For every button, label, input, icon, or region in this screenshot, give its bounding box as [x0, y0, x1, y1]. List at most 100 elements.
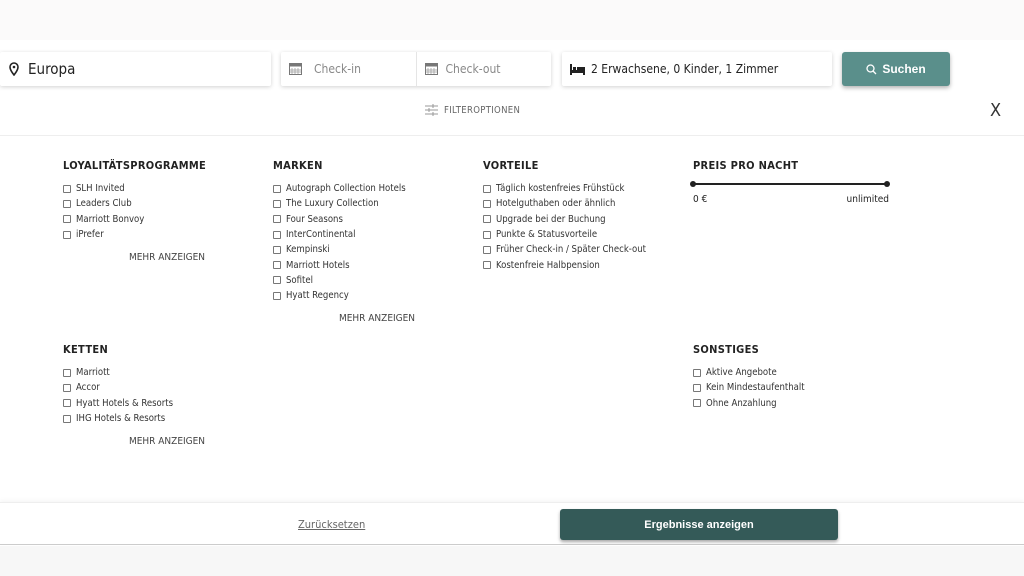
filter-option[interactable]: Hotelguthaben oder ähnlich	[483, 196, 693, 211]
option-label: Four Seasons	[286, 213, 343, 225]
filter-option[interactable]: Kempinski	[273, 242, 483, 257]
option-label: Sofitel	[286, 274, 314, 286]
filter-option[interactable]: Kostenfreie Halbpension	[483, 257, 693, 272]
checkbox[interactable]	[63, 414, 71, 423]
filter-option[interactable]: Marriott	[63, 365, 273, 380]
checkbox[interactable]	[273, 230, 281, 239]
filter-option[interactable]: Punkte & Statusvorteile	[483, 227, 693, 242]
search-label: Suchen	[882, 62, 926, 76]
filter-option[interactable]: Früher Check-in / Später Check-out	[483, 242, 693, 257]
filter-option[interactable]: The Luxury Collection	[273, 196, 483, 211]
checkbox[interactable]	[693, 368, 701, 377]
show-more-loyalty[interactable]: MEHR ANZEIGEN	[63, 252, 271, 263]
checkbox[interactable]	[63, 215, 71, 224]
option-label: Marriott	[76, 367, 110, 379]
checkbox[interactable]	[483, 230, 491, 239]
checkbox[interactable]	[483, 245, 491, 254]
filter-option[interactable]: Kein Mindestaufenthalt	[693, 380, 903, 395]
section-benefits: VORTEILE Täglich kostenfreies Frühstück H…	[483, 159, 693, 273]
reset-link[interactable]: Zurücksetzen	[298, 518, 365, 531]
page-bottom	[0, 546, 1024, 576]
filter-option[interactable]: Marriott Hotels	[273, 257, 483, 272]
location-input[interactable]: Europa	[0, 52, 271, 86]
filter-option[interactable]: Aktive Angebote	[693, 365, 903, 380]
section-title: PREIS PRO NACHT	[693, 159, 799, 172]
checkin-placeholder: Check-in	[314, 62, 361, 76]
filter-option[interactable]: Hyatt Hotels & Resorts	[63, 396, 273, 411]
checkbox[interactable]	[693, 383, 701, 392]
slider-max-handle[interactable]	[884, 181, 890, 187]
checkbox[interactable]	[483, 184, 491, 193]
search-button[interactable]: Suchen	[842, 52, 950, 86]
filter-option[interactable]: Accor	[63, 380, 273, 395]
slider-track	[693, 183, 889, 185]
section-price: PREIS PRO NACHT 0 € unlimited	[690, 159, 903, 205]
filter-option[interactable]: SLH Invited	[63, 181, 273, 196]
option-label: Kostenfreie Halbpension	[496, 259, 600, 271]
filter-option[interactable]: Ohne Anzahlung	[693, 396, 903, 411]
show-more-chains[interactable]: MEHR ANZEIGEN	[63, 436, 271, 447]
filter-option[interactable]: Leaders Club	[63, 196, 273, 211]
filter-option[interactable]: Hyatt Regency	[273, 288, 483, 303]
checkbox[interactable]	[273, 261, 281, 270]
checkbox[interactable]	[273, 215, 281, 224]
checkbox[interactable]	[273, 276, 281, 285]
option-label: Autograph Collection Hotels	[286, 183, 406, 195]
option-label: Täglich kostenfreies Frühstück	[496, 183, 625, 195]
section-title: KETTEN	[63, 343, 109, 356]
bed-icon	[570, 63, 585, 75]
filter-option[interactable]: Täglich kostenfreies Frühstück	[483, 181, 693, 196]
filter-option[interactable]: InterContinental	[273, 227, 483, 242]
option-label: Kein Mindestaufenthalt	[706, 382, 805, 394]
option-label: Hyatt Regency	[286, 290, 349, 302]
filter-option[interactable]: Four Seasons	[273, 212, 483, 227]
close-icon[interactable]: X	[990, 100, 1001, 121]
divider	[0, 135, 1024, 136]
filter-option[interactable]: IHG Hotels & Resorts	[63, 411, 273, 426]
price-slider[interactable]	[690, 181, 890, 187]
section-loyalty: LOYALITÄTSPROGRAMME SLH Invited Leaders C…	[63, 159, 273, 263]
footer-bar	[0, 502, 1024, 545]
checkbox[interactable]	[63, 399, 71, 408]
filter-option[interactable]: Marriott Bonvoy	[63, 212, 273, 227]
checkbox[interactable]	[63, 184, 71, 193]
section-title: SONSTIGES	[693, 343, 760, 356]
checkbox[interactable]	[273, 291, 281, 300]
guests-input[interactable]: 2 Erwachsene, 0 Kinder, 1 Zimmer	[562, 52, 832, 86]
filter-option[interactable]: Upgrade bei der Buchung	[483, 212, 693, 227]
filter-option[interactable]: Sofitel	[273, 273, 483, 288]
option-label: Leaders Club	[76, 198, 132, 210]
slider-min-handle[interactable]	[690, 181, 696, 187]
checkin-input[interactable]: Check-in	[281, 52, 416, 86]
section-chains: KETTEN Marriott Accor Hyatt Hotels & Resor…	[63, 343, 273, 447]
filter-title: FILTEROPTIONEN	[444, 104, 521, 116]
checkbox[interactable]	[693, 399, 701, 408]
checkbox[interactable]	[273, 199, 281, 208]
checkbox[interactable]	[63, 383, 71, 392]
checkbox[interactable]	[483, 261, 491, 270]
show-results-button[interactable]: Ergebnisse anzeigen	[560, 509, 838, 540]
search-icon	[866, 63, 877, 74]
option-label: Ohne Anzahlung	[706, 397, 777, 409]
checkbox[interactable]	[483, 199, 491, 208]
checkbox[interactable]	[63, 368, 71, 377]
option-label: InterContinental	[286, 229, 356, 241]
checkout-input[interactable]: Check-out	[415, 52, 552, 86]
filter-option[interactable]: Autograph Collection Hotels	[273, 181, 483, 196]
section-brands: MARKEN Autograph Collection Hotels The Lu…	[273, 159, 483, 324]
option-label: Marriott Bonvoy	[76, 213, 145, 225]
show-more-brands[interactable]: MEHR ANZEIGEN	[273, 313, 481, 324]
checkbox[interactable]	[63, 199, 71, 208]
checkbox[interactable]	[273, 184, 281, 193]
checkbox[interactable]	[273, 245, 281, 254]
option-label: Accor	[76, 382, 100, 394]
checkout-placeholder: Check-out	[445, 62, 501, 76]
date-range: Check-in Check-out	[281, 52, 551, 86]
calendar-icon	[424, 63, 438, 75]
checkbox[interactable]	[63, 230, 71, 239]
option-label: Früher Check-in / Später Check-out	[496, 244, 647, 256]
checkbox[interactable]	[483, 215, 491, 224]
filter-option[interactable]: iPrefer	[63, 227, 273, 242]
option-label: iPrefer	[76, 229, 104, 241]
top-strip	[0, 0, 1024, 40]
